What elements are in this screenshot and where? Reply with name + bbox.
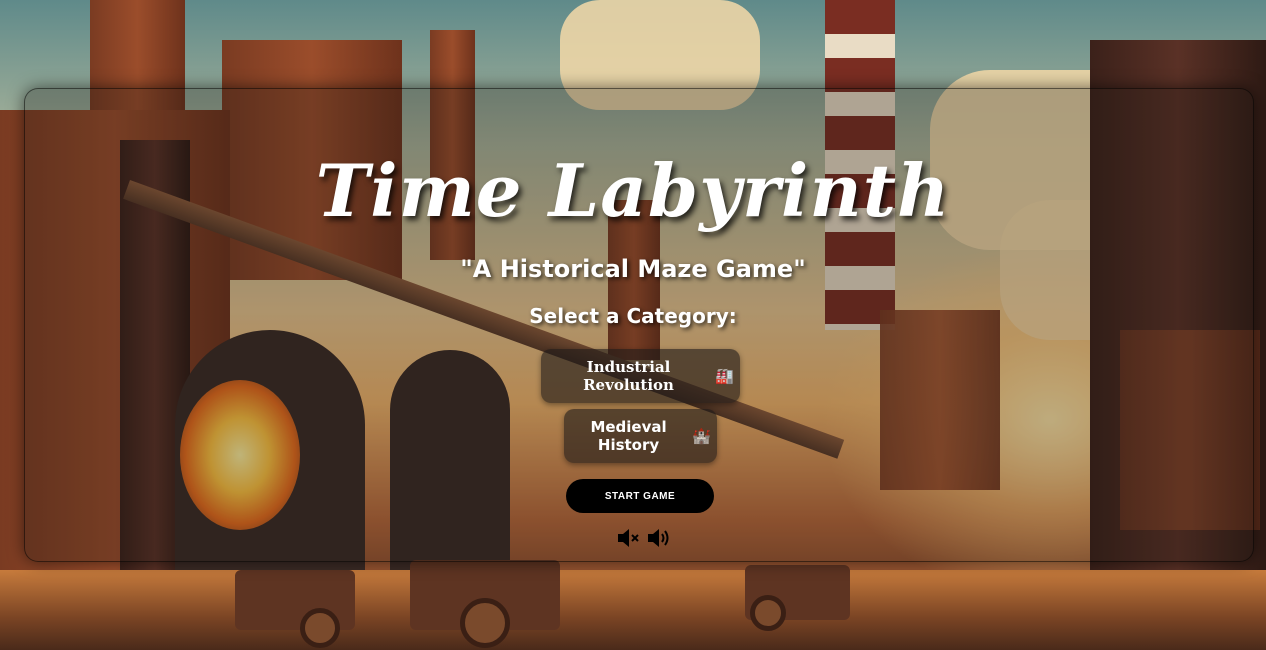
game-title: Time Labyrinth [315, 148, 951, 233]
category-prompt: Select a Category: [529, 304, 737, 328]
machine-wheel [460, 598, 510, 648]
game-subtitle: "A Historical Maze Game" [460, 255, 806, 283]
speaker-on-icon[interactable] [647, 527, 671, 553]
castle-icon: 🏰 [692, 427, 711, 445]
factory-icon: 🏭 [715, 367, 734, 385]
speaker-mute-icon[interactable] [617, 527, 641, 553]
machine-wheel [300, 608, 340, 648]
category-industrial-revolution-button[interactable]: Industrial Revolution 🏭 [541, 349, 740, 403]
ground [0, 570, 1266, 650]
category-label: Industrial Revolution [583, 358, 674, 394]
start-game-button[interactable]: START GAME [566, 479, 714, 513]
machine-wheel [750, 595, 786, 631]
category-label: Medieval History [590, 418, 667, 454]
sound-controls [617, 528, 671, 552]
category-medieval-history-button[interactable]: Medieval History 🏰 [564, 409, 717, 463]
